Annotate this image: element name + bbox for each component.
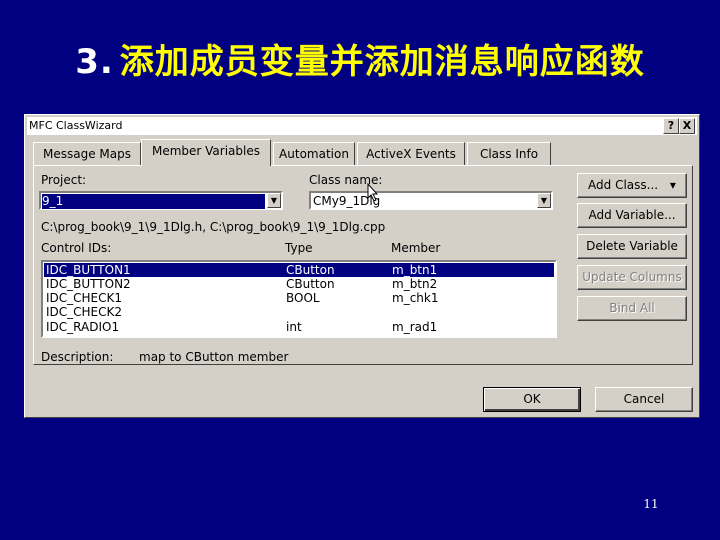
list-row[interactable]: IDC_RADIO1 int m_rad1 (44, 320, 554, 334)
ok-button[interactable]: OK (483, 387, 581, 412)
add-class-button[interactable]: Add Class... ▾ (577, 173, 687, 198)
row-type: CButton (286, 263, 335, 277)
list-row[interactable]: IDC_BUTTON2 CButton m_btn2 (44, 277, 554, 291)
list-row[interactable]: IDC_CHECK1 BOOL m_chk1 (44, 291, 554, 305)
chevron-down-icon[interactable]: ▼ (267, 193, 281, 208)
type-header: Type (285, 241, 313, 255)
page-number: 11 (643, 497, 659, 511)
row-type: CButton (286, 277, 335, 291)
row-member: m_rad1 (392, 320, 438, 334)
class-wizard-dialog: MFC ClassWizard ? X Message Maps Member … (24, 114, 700, 418)
add-class-label: Add Class... (588, 178, 659, 192)
add-variable-button[interactable]: Add Variable... (577, 203, 687, 228)
dialog-title: MFC ClassWizard (29, 119, 123, 132)
row-control-id: IDC_CHECK1 (46, 291, 123, 305)
row-member: m_btn1 (392, 263, 438, 277)
chevron-down-icon: ▾ (669, 178, 676, 192)
tab-activex-events[interactable]: ActiveX Events (357, 142, 465, 165)
slide-title: 3. 添加成员变量并添加消息响应函数 (0, 34, 720, 83)
row-member: m_chk1 (392, 291, 439, 305)
tab-message-maps[interactable]: Message Maps (33, 142, 141, 165)
bind-all-button[interactable]: Bind All (577, 296, 687, 321)
project-label: Project: (41, 173, 87, 187)
class-name-combo[interactable]: CMy9_1Dlg ▼ (309, 191, 553, 210)
delete-variable-button[interactable]: Delete Variable (577, 234, 687, 259)
description-value: map to CButton member (139, 350, 289, 364)
dialog-titlebar: MFC ClassWizard ? X (27, 117, 697, 135)
row-type: BOOL (286, 291, 320, 305)
tab-member-variables[interactable]: Member Variables (141, 139, 271, 166)
list-row[interactable]: IDC_CHECK2 (44, 305, 554, 319)
files-path: C:\prog_book\9_1\9_1Dlg.h, C:\prog_book\… (41, 220, 386, 234)
member-header: Member (391, 241, 441, 255)
tab-class-info[interactable]: Class Info (467, 142, 551, 165)
control-ids-list[interactable]: IDC_BUTTON1 CButton m_btn1 IDC_BUTTON2 C… (41, 260, 557, 338)
control-ids-header: Control IDs: (41, 241, 112, 255)
slide-title-number: 3. (75, 42, 114, 82)
description-label: Description: (41, 350, 114, 364)
list-row[interactable]: IDC_BUTTON1 CButton m_btn1 (44, 263, 554, 277)
help-button[interactable]: ? (663, 118, 679, 134)
close-button[interactable]: X (679, 118, 695, 134)
cancel-button[interactable]: Cancel (595, 387, 693, 412)
chevron-down-icon[interactable]: ▼ (537, 193, 551, 208)
row-control-id: IDC_BUTTON1 (46, 263, 131, 277)
row-control-id: IDC_RADIO1 (46, 320, 120, 334)
update-columns-button[interactable]: Update Columns (577, 265, 687, 290)
row-member: m_btn2 (392, 277, 438, 291)
row-type: int (286, 320, 302, 334)
row-control-id: IDC_CHECK2 (46, 305, 123, 319)
tab-automation[interactable]: Automation (273, 142, 355, 165)
row-control-id: IDC_BUTTON2 (46, 277, 131, 291)
slide-title-text: 添加成员变量并添加消息响应函数 (119, 42, 645, 82)
project-value: 9_1 (42, 194, 265, 209)
mouse-pointer-icon (367, 183, 379, 202)
project-combo[interactable]: 9_1 ▼ (39, 191, 283, 210)
